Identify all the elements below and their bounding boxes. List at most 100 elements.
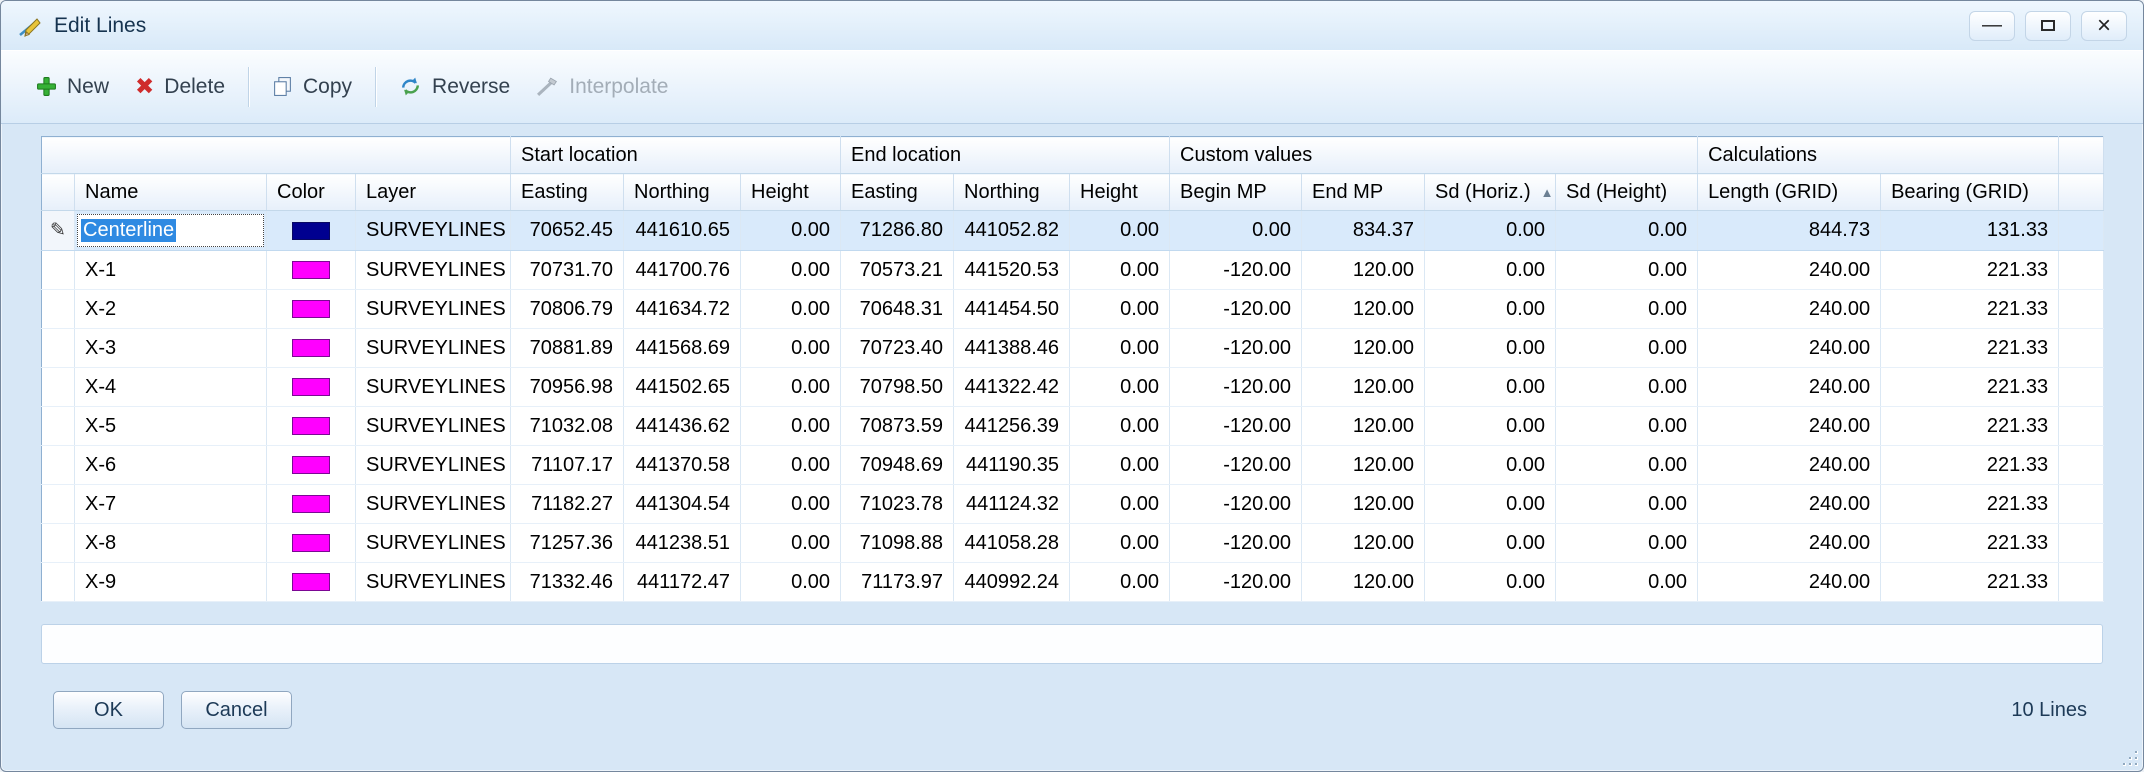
- column-header-start-easting[interactable]: Easting: [511, 174, 624, 211]
- start-height-cell[interactable]: 0.00: [741, 368, 841, 407]
- length-grid-cell[interactable]: 240.00: [1698, 251, 1881, 290]
- sd-horiz-cell[interactable]: 0.00: [1425, 290, 1556, 329]
- name-cell[interactable]: X-5: [75, 407, 267, 446]
- start-height-cell[interactable]: 0.00: [741, 211, 841, 251]
- end-height-cell[interactable]: 0.00: [1070, 251, 1170, 290]
- sd-height-cell[interactable]: 0.00: [1556, 211, 1698, 251]
- name-cell[interactable]: X-7: [75, 485, 267, 524]
- color-cell[interactable]: [267, 524, 356, 563]
- column-header-color[interactable]: Color: [267, 174, 356, 211]
- bearing-grid-cell[interactable]: 221.33: [1881, 524, 2059, 563]
- start-northing-cell[interactable]: 441436.62: [624, 407, 741, 446]
- start-height-cell[interactable]: 0.00: [741, 446, 841, 485]
- length-grid-cell[interactable]: 240.00: [1698, 524, 1881, 563]
- end-northing-cell[interactable]: 441388.46: [954, 329, 1070, 368]
- reverse-button[interactable]: Reverse: [386, 66, 523, 108]
- start-northing-cell[interactable]: 441370.58: [624, 446, 741, 485]
- begin-mp-cell[interactable]: -120.00: [1170, 329, 1302, 368]
- end-mp-cell[interactable]: 120.00: [1302, 524, 1425, 563]
- row-edit-indicator[interactable]: ✎: [42, 211, 75, 251]
- layer-cell[interactable]: SURVEYLINES: [356, 251, 511, 290]
- name-cell[interactable]: X-1: [75, 251, 267, 290]
- column-header-length-grid[interactable]: Length (GRID): [1698, 174, 1881, 211]
- table-row[interactable]: X-4SURVEYLINES70956.98441502.650.0070798…: [42, 368, 2104, 407]
- end-northing-cell[interactable]: 441058.28: [954, 524, 1070, 563]
- layer-cell[interactable]: SURVEYLINES: [356, 485, 511, 524]
- column-header-begin-mp[interactable]: Begin MP: [1170, 174, 1302, 211]
- end-easting-cell[interactable]: 70723.40: [841, 329, 954, 368]
- end-mp-cell[interactable]: 120.00: [1302, 446, 1425, 485]
- table-row[interactable]: X-8SURVEYLINES71257.36441238.510.0071098…: [42, 524, 2104, 563]
- length-grid-cell[interactable]: 240.00: [1698, 329, 1881, 368]
- start-northing-cell[interactable]: 441610.65: [624, 211, 741, 251]
- sd-height-cell[interactable]: 0.00: [1556, 524, 1698, 563]
- start-northing-cell[interactable]: 441238.51: [624, 524, 741, 563]
- sd-horiz-cell[interactable]: 0.00: [1425, 446, 1556, 485]
- interpolate-button[interactable]: Interpolate: [523, 66, 681, 108]
- end-northing-cell[interactable]: 441190.35: [954, 446, 1070, 485]
- end-northing-cell[interactable]: 440992.24: [954, 563, 1070, 602]
- color-cell[interactable]: [267, 485, 356, 524]
- begin-mp-cell[interactable]: -120.00: [1170, 563, 1302, 602]
- end-northing-cell[interactable]: 441520.53: [954, 251, 1070, 290]
- layer-cell[interactable]: SURVEYLINES: [356, 524, 511, 563]
- end-height-cell[interactable]: 0.00: [1070, 563, 1170, 602]
- column-header-bearing-grid[interactable]: Bearing (GRID): [1881, 174, 2059, 211]
- bearing-grid-cell[interactable]: 221.33: [1881, 563, 2059, 602]
- begin-mp-cell[interactable]: 0.00: [1170, 211, 1302, 251]
- row-indicator[interactable]: [42, 524, 75, 563]
- end-mp-cell[interactable]: 120.00: [1302, 368, 1425, 407]
- table-row[interactable]: X-6SURVEYLINES71107.17441370.580.0070948…: [42, 446, 2104, 485]
- name-cell[interactable]: X-8: [75, 524, 267, 563]
- color-cell[interactable]: [267, 446, 356, 485]
- row-indicator[interactable]: [42, 290, 75, 329]
- start-easting-cell[interactable]: 71107.17: [511, 446, 624, 485]
- length-grid-cell[interactable]: 240.00: [1698, 290, 1881, 329]
- new-button[interactable]: New: [23, 66, 122, 108]
- column-header-start-northing[interactable]: Northing: [624, 174, 741, 211]
- bearing-grid-cell[interactable]: 221.33: [1881, 485, 2059, 524]
- group-start-location[interactable]: Start location: [511, 137, 841, 174]
- begin-mp-cell[interactable]: -120.00: [1170, 446, 1302, 485]
- column-header-layer[interactable]: Layer: [356, 174, 511, 211]
- start-height-cell[interactable]: 0.00: [741, 251, 841, 290]
- length-grid-cell[interactable]: 240.00: [1698, 407, 1881, 446]
- end-height-cell[interactable]: 0.00: [1070, 368, 1170, 407]
- sd-horiz-cell[interactable]: 0.00: [1425, 485, 1556, 524]
- resize-grip[interactable]: [2120, 748, 2138, 766]
- bearing-grid-cell[interactable]: 131.33: [1881, 211, 2059, 251]
- sd-horiz-cell[interactable]: 0.00: [1425, 329, 1556, 368]
- table-row[interactable]: ✎CenterlineSURVEYLINES70652.45441610.650…: [42, 211, 2104, 251]
- end-height-cell[interactable]: 0.00: [1070, 407, 1170, 446]
- column-header-end-height[interactable]: Height: [1070, 174, 1170, 211]
- group-calculations[interactable]: Calculations: [1698, 137, 2059, 174]
- sd-horiz-cell[interactable]: 0.00: [1425, 563, 1556, 602]
- end-easting-cell[interactable]: 71173.97: [841, 563, 954, 602]
- length-grid-cell[interactable]: 240.00: [1698, 485, 1881, 524]
- end-northing-cell[interactable]: 441322.42: [954, 368, 1070, 407]
- color-cell[interactable]: [267, 563, 356, 602]
- end-northing-cell[interactable]: 441124.32: [954, 485, 1070, 524]
- name-cell[interactable]: X-6: [75, 446, 267, 485]
- end-easting-cell[interactable]: 71286.80: [841, 211, 954, 251]
- color-cell[interactable]: [267, 211, 356, 251]
- start-easting-cell[interactable]: 70806.79: [511, 290, 624, 329]
- end-easting-cell[interactable]: 71098.88: [841, 524, 954, 563]
- bearing-grid-cell[interactable]: 221.33: [1881, 290, 2059, 329]
- column-header-sd-horiz[interactable]: Sd (Horiz.) ▲: [1425, 174, 1556, 211]
- bearing-grid-cell[interactable]: 221.33: [1881, 251, 2059, 290]
- start-easting-cell[interactable]: 70881.89: [511, 329, 624, 368]
- start-easting-cell[interactable]: 71032.08: [511, 407, 624, 446]
- start-easting-cell[interactable]: 70956.98: [511, 368, 624, 407]
- sd-horiz-cell[interactable]: 0.00: [1425, 211, 1556, 251]
- start-easting-cell[interactable]: 70652.45: [511, 211, 624, 251]
- minimize-button[interactable]: —: [1969, 11, 2015, 41]
- column-header-sd-height[interactable]: Sd (Height): [1556, 174, 1698, 211]
- color-cell[interactable]: [267, 290, 356, 329]
- end-easting-cell[interactable]: 70798.50: [841, 368, 954, 407]
- start-height-cell[interactable]: 0.00: [741, 563, 841, 602]
- end-mp-cell[interactable]: 834.37: [1302, 211, 1425, 251]
- cancel-button[interactable]: Cancel: [181, 691, 292, 729]
- end-northing-cell[interactable]: 441256.39: [954, 407, 1070, 446]
- sd-horiz-cell[interactable]: 0.00: [1425, 407, 1556, 446]
